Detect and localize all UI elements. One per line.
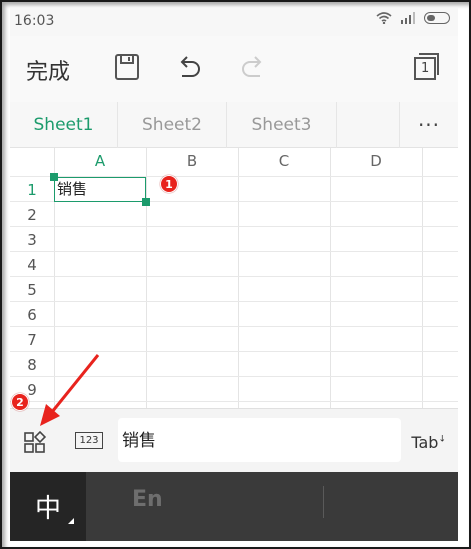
grid-line [238, 148, 239, 413]
ime-divider [323, 486, 324, 518]
grid-line [330, 148, 331, 413]
phone-screen: 16:03 完成 1 Sheet1 Sheet2 Sheet3 ··· A B … [10, 8, 458, 541]
selection-handle-bottom-right[interactable] [142, 198, 150, 206]
page-count: 1 [421, 61, 430, 76]
row-header-4[interactable]: 4 [10, 252, 54, 277]
grid-line [10, 376, 458, 377]
tab-key-arrow-icon: ↓ [438, 434, 446, 445]
more-tabs-button[interactable]: ··· [400, 102, 458, 148]
tab-key-button[interactable]: Tab↓ [411, 433, 446, 452]
column-header-d[interactable]: D [330, 148, 422, 174]
pages-button[interactable]: 1 [412, 52, 440, 82]
annotation-badge-1: 1 [160, 175, 178, 193]
number-format-button[interactable]: 123 [75, 432, 103, 449]
chinese-input-key[interactable]: 中 [10, 472, 86, 541]
tab-sheet1[interactable]: Sheet1 [10, 102, 118, 148]
grid-line [10, 276, 458, 277]
grid-line [10, 226, 458, 227]
column-header-c[interactable]: C [238, 148, 330, 174]
row-header-8[interactable]: 8 [10, 352, 54, 377]
row-header-6[interactable]: 6 [10, 302, 54, 327]
sheet-tab-bar: Sheet1 Sheet2 Sheet3 ··· [10, 102, 458, 148]
grid-line [422, 148, 423, 413]
battery-icon [424, 12, 450, 24]
tab-sheet3[interactable]: Sheet3 [227, 102, 337, 148]
grid-line [146, 148, 147, 413]
redo-icon[interactable] [238, 52, 268, 82]
cell-a1-text: 销售 [57, 180, 88, 198]
row-header-7[interactable]: 7 [10, 327, 54, 352]
english-input-key[interactable]: En [132, 487, 163, 512]
column-header-b[interactable]: B [146, 148, 238, 174]
grid-line [10, 301, 458, 302]
annotation-badge-2: 2 [11, 393, 29, 411]
row-header-2[interactable]: 2 [10, 202, 54, 227]
grid-line [10, 351, 458, 352]
status-bar: 16:03 [10, 8, 458, 36]
signal-icon [401, 12, 415, 24]
tab-empty [337, 102, 400, 148]
spreadsheet-grid[interactable]: A B C D 1 2 3 4 5 6 7 8 9 销售 1 [10, 148, 458, 413]
row-header-3[interactable]: 3 [10, 227, 54, 252]
corner-triangle-icon [68, 518, 74, 524]
tab-sheet2[interactable]: Sheet2 [118, 102, 227, 148]
status-icons [376, 12, 450, 24]
editor-toolbar: 完成 1 [10, 36, 458, 102]
undo-icon[interactable] [174, 52, 204, 82]
grid-line [10, 326, 458, 327]
wifi-icon [376, 12, 392, 24]
tab-key-label: Tab [411, 433, 439, 452]
done-button[interactable]: 完成 [26, 54, 70, 86]
save-icon[interactable] [112, 52, 142, 82]
keyboard-ime-bar: 中 En [10, 472, 458, 541]
cell-input-bar: 123 销售 Tab↓ [10, 408, 458, 472]
apps-grid-icon[interactable] [23, 430, 47, 454]
row-header-1[interactable]: 1 [10, 177, 54, 202]
column-header-a[interactable]: A [54, 148, 146, 174]
grid-line [10, 251, 458, 252]
cell-content-input[interactable]: 销售 [118, 418, 401, 462]
status-time: 16:03 [14, 13, 55, 29]
row-header-5[interactable]: 5 [10, 277, 54, 302]
grid-line [10, 401, 458, 402]
